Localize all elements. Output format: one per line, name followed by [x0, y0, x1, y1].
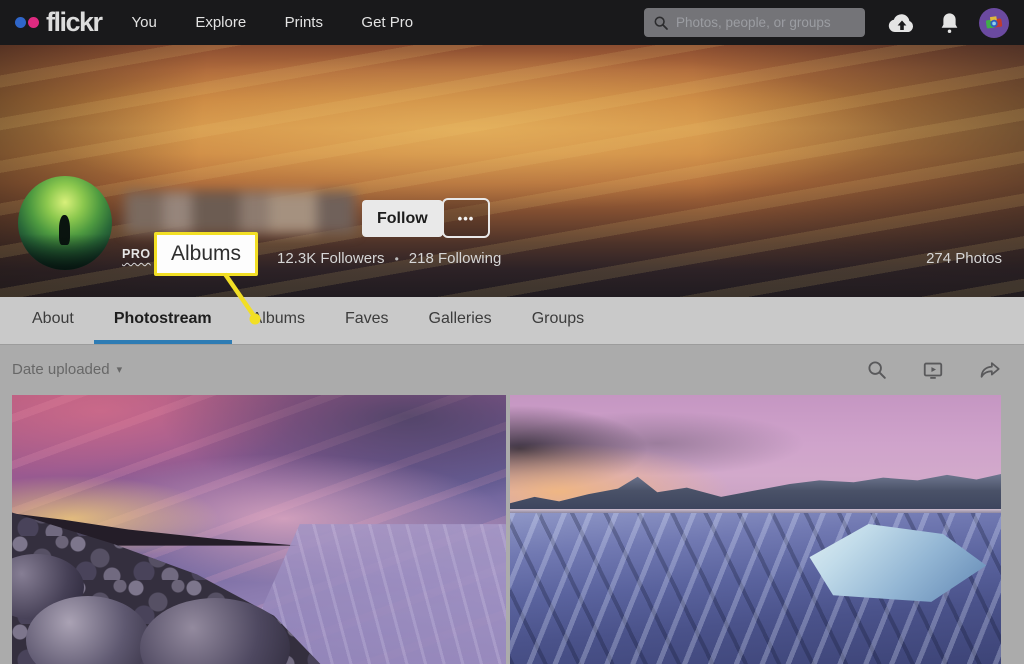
caret-down-icon: ▾: [117, 363, 123, 376]
share-arrow-icon: [978, 359, 1002, 381]
photos-count: 274 Photos: [926, 250, 1002, 267]
tab-about[interactable]: About: [12, 297, 94, 344]
search-icon: [866, 359, 888, 381]
nav-item-explore[interactable]: Explore: [195, 14, 246, 31]
tab-faves[interactable]: Faves: [325, 297, 409, 344]
nav-item-get-pro[interactable]: Get Pro: [361, 14, 413, 31]
photostream-toolbar: Date uploaded ▾: [0, 346, 1024, 393]
flickr-dot-pink-icon: [28, 17, 39, 28]
nav-item-prints[interactable]: Prints: [285, 14, 323, 31]
flickr-profile-page: flickr You Explore Prints Get Pro: [0, 0, 1024, 664]
upload-button[interactable]: [886, 11, 918, 35]
toolbar-actions: [866, 359, 1002, 381]
following-count: 218 Following: [409, 250, 502, 267]
tab-photostream[interactable]: Photostream: [94, 297, 232, 344]
account-avatar[interactable]: [979, 8, 1009, 38]
search-box[interactable]: [644, 8, 865, 37]
sort-dropdown[interactable]: Date uploaded ▾: [12, 361, 122, 378]
notifications-button[interactable]: [939, 11, 960, 35]
top-nav: flickr You Explore Prints Get Pro: [0, 0, 1024, 45]
pro-badge: PRO: [122, 247, 151, 261]
ice-chunk: [790, 522, 986, 605]
blur-block: [125, 192, 163, 233]
profile-avatar[interactable]: [18, 176, 112, 270]
bell-icon: [939, 11, 960, 35]
blur-block: [163, 192, 192, 233]
search-icon: [653, 15, 669, 31]
tab-groups[interactable]: Groups: [512, 297, 604, 344]
search-input[interactable]: [676, 15, 856, 30]
more-options-button[interactable]: •••: [442, 198, 490, 238]
upload-cloud-icon: [886, 11, 918, 35]
nav-item-you[interactable]: You: [132, 14, 157, 31]
tab-galleries[interactable]: Galleries: [409, 297, 512, 344]
stats-separator: •: [395, 252, 399, 266]
sort-label: Date uploaded: [12, 361, 110, 378]
photo-pebble-beach[interactable]: [12, 395, 506, 664]
profile-stats: 12.3K Followers • 218 Following: [277, 250, 501, 267]
profile-tabs: About Photostream Albums Faves Galleries…: [0, 297, 1024, 345]
slideshow-button[interactable]: [921, 359, 945, 381]
follow-button[interactable]: Follow: [362, 200, 443, 237]
followers-count: 12.3K Followers: [277, 250, 385, 267]
blur-block: [240, 192, 269, 233]
toolbar-search-button[interactable]: [866, 359, 888, 381]
blur-block: [269, 192, 317, 233]
photo-frozen-lake[interactable]: [510, 395, 1001, 664]
flickr-logo[interactable]: flickr: [15, 9, 102, 36]
blur-block: [192, 192, 240, 233]
camera-avatar-icon: [983, 12, 1005, 34]
albums-callout: Albums: [154, 232, 258, 276]
primary-nav: You Explore Prints Get Pro: [132, 14, 448, 32]
blur-block: [317, 192, 355, 233]
flickr-logo-text: flickr: [46, 9, 102, 36]
slideshow-icon: [921, 359, 945, 381]
tab-albums[interactable]: Albums: [232, 297, 325, 344]
share-button[interactable]: [978, 359, 1002, 381]
username-blurred: [125, 192, 355, 233]
ice-field: [510, 513, 1001, 664]
flickr-dot-blue-icon: [15, 17, 26, 28]
